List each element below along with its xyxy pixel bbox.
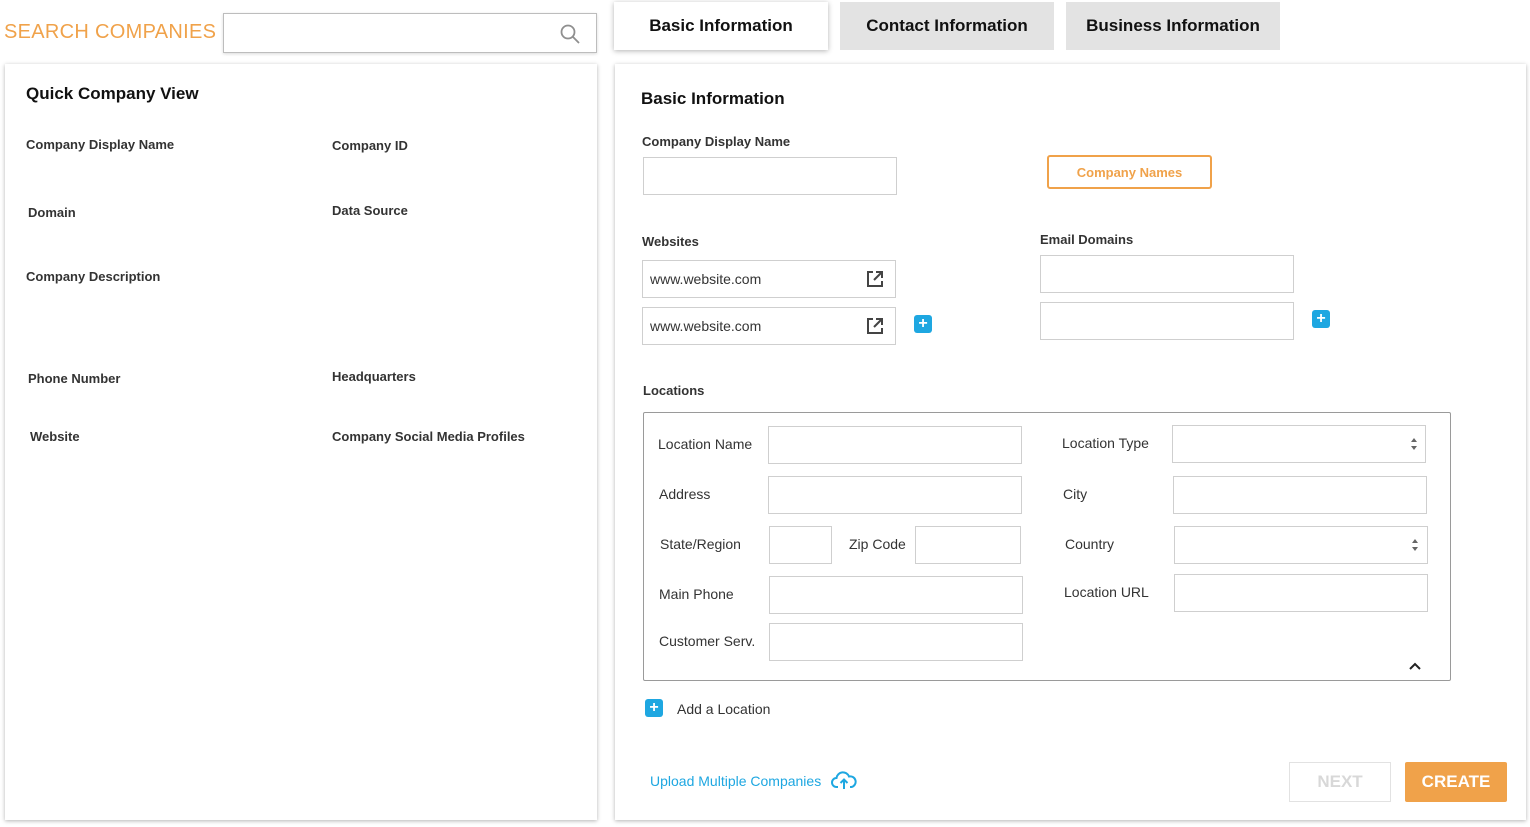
- address-input[interactable]: [768, 476, 1022, 514]
- qv-description-label: Company Description: [26, 269, 161, 284]
- location-type-label: Location Type: [1062, 435, 1149, 451]
- website-input-1[interactable]: www.website.com: [642, 260, 896, 298]
- location-url-label: Location URL: [1064, 584, 1149, 600]
- websites-label: Websites: [642, 234, 699, 249]
- search-input[interactable]: [223, 13, 597, 53]
- tab-basic-information[interactable]: Basic Information: [614, 2, 828, 50]
- create-button[interactable]: CREATE: [1405, 762, 1507, 802]
- country-label: Country: [1065, 536, 1115, 552]
- search-icon[interactable]: [558, 22, 582, 46]
- chevron-up-icon[interactable]: [1407, 660, 1423, 672]
- website-value-1: www.website.com: [650, 271, 762, 287]
- country-select[interactable]: [1174, 526, 1428, 564]
- zip-code-input[interactable]: [915, 526, 1021, 564]
- basic-info-title: Basic Information: [641, 89, 785, 108]
- upload-multiple-companies-link[interactable]: Upload Multiple Companies: [650, 773, 821, 789]
- quick-view-title: Quick Company View: [26, 84, 199, 103]
- address-label: Address: [659, 486, 711, 502]
- location-url-input[interactable]: [1174, 574, 1428, 612]
- qv-data-source-label: Data Source: [332, 203, 408, 218]
- main-phone-label: Main Phone: [659, 586, 734, 602]
- qv-company-id-label: Company ID: [332, 138, 408, 153]
- qv-headquarters-label: Headquarters: [332, 369, 416, 384]
- customer-serv-label: Customer Serv.: [659, 633, 756, 649]
- email-domain-input-2[interactable]: [1040, 302, 1294, 340]
- locations-label: Locations: [643, 383, 705, 398]
- email-domain-input-1[interactable]: [1040, 255, 1294, 293]
- city-label: City: [1063, 486, 1088, 502]
- add-email-domain-plus-icon[interactable]: +: [1312, 310, 1330, 328]
- zip-code-label: Zip Code: [849, 536, 906, 552]
- select-arrows-icon: [1411, 438, 1417, 450]
- display-name-input[interactable]: [643, 157, 897, 195]
- location-name-input[interactable]: [768, 426, 1022, 464]
- tab-business-information[interactable]: Business Information: [1066, 2, 1280, 50]
- city-input[interactable]: [1173, 476, 1427, 514]
- cloud-upload-icon[interactable]: [831, 770, 857, 792]
- location-name-label: Location Name: [658, 436, 753, 452]
- customer-serv-input[interactable]: [769, 623, 1023, 661]
- display-name-label: Company Display Name: [642, 134, 791, 149]
- search-companies-title: SEARCH COMPANIES: [4, 21, 217, 43]
- next-button[interactable]: NEXT: [1289, 762, 1391, 802]
- state-region-label: State/Region: [660, 536, 741, 552]
- qv-phone-label: Phone Number: [28, 371, 121, 386]
- qv-display-name-label: Company Display Name: [26, 137, 175, 152]
- qv-social-label: Company Social Media Profiles: [332, 429, 525, 444]
- qv-domain-label: Domain: [28, 205, 76, 220]
- add-website-plus-icon[interactable]: +: [914, 315, 932, 333]
- add-location-plus-icon[interactable]: +: [645, 699, 663, 717]
- add-location-link[interactable]: Add a Location: [677, 701, 770, 717]
- main-phone-input[interactable]: [769, 576, 1023, 614]
- tab-contact-information[interactable]: Contact Information: [840, 2, 1054, 50]
- state-region-input[interactable]: [769, 526, 832, 564]
- qv-website-label: Website: [30, 429, 80, 444]
- website-input-2[interactable]: www.website.com: [642, 307, 896, 345]
- select-arrows-icon: [1412, 539, 1418, 551]
- external-link-icon[interactable]: [866, 317, 884, 335]
- website-value-2: www.website.com: [650, 318, 762, 334]
- external-link-icon[interactable]: [866, 270, 884, 288]
- email-domains-label: Email Domains: [1040, 232, 1134, 247]
- company-names-button[interactable]: Company Names: [1047, 155, 1212, 189]
- location-type-select[interactable]: [1172, 425, 1426, 463]
